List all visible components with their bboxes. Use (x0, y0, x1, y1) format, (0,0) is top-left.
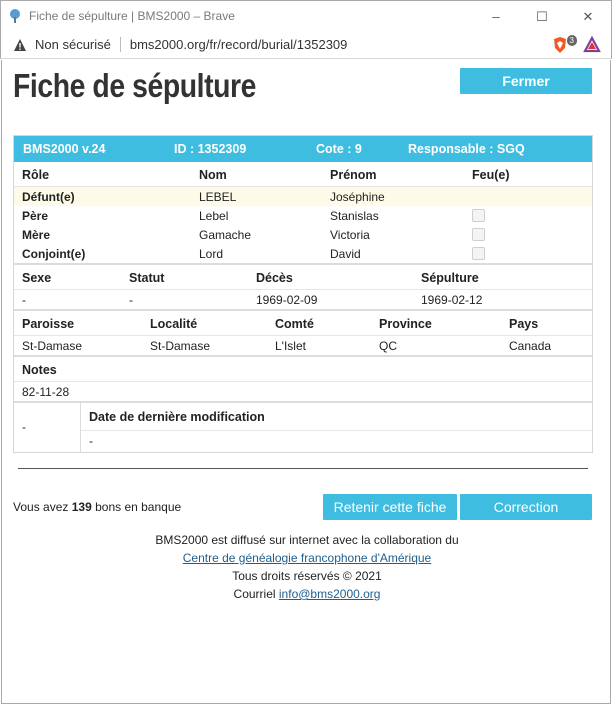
bank-count: 139 (71, 500, 92, 514)
correction-button[interactable]: Correction (460, 494, 592, 520)
lastmod-header: Date de dernière modification (89, 410, 265, 424)
place-row: St-Damase St-Damase L'Islet QC Canada (14, 336, 592, 355)
statut-value: - (129, 293, 133, 307)
notes-section: Notes 82-11-28 (14, 357, 592, 403)
person-role: Défunt(e) (22, 190, 75, 204)
person-nom: LEBEL (199, 190, 237, 204)
col-header-comte: Comté (275, 317, 314, 331)
notes-header: Notes (22, 363, 57, 377)
url-text[interactable]: bms2000.org/fr/record/burial/1352309 (130, 37, 348, 52)
notes-header-row: Notes (14, 357, 592, 382)
notes-value: 82-11-28 (22, 385, 70, 399)
page-content: Fiche de sépulture Fermer BMS2000 v.24 I… (1, 60, 611, 704)
security-status[interactable]: Non sécurisé (35, 37, 111, 52)
person-nom: Gamache (199, 228, 252, 242)
notes-row: 82-11-28 (14, 382, 592, 401)
brave-rewards-icon[interactable] (583, 35, 601, 54)
minimize-button[interactable]: – (473, 1, 519, 32)
person-prenom: Joséphine (330, 190, 385, 204)
bank-suffix: bons en banque (95, 500, 182, 514)
lastmod-left-value: - (22, 420, 26, 434)
persons-section: Rôle Nom Prénom Feu(e) Défunt(e) LEBEL J… (14, 162, 592, 265)
person-row-conjoint: Conjoint(e) Lord David (14, 244, 592, 263)
person-role: Conjoint(e) (22, 247, 86, 261)
footer-email-label: Courriel (233, 587, 276, 601)
record-version: BMS2000 v.24 (23, 142, 106, 156)
record-card: BMS2000 v.24 ID : 1352309 Cote : 9 Respo… (13, 135, 593, 453)
person-row-mere: Mère Gamache Victoria (14, 225, 592, 244)
province-value: QC (379, 339, 397, 353)
tree-app-icon (7, 8, 23, 24)
col-header-pays: Pays (509, 317, 539, 331)
person-row-defunt: Défunt(e) LEBEL Joséphine (14, 187, 592, 206)
warning-icon[interactable] (13, 38, 27, 52)
place-section: Paroisse Localité Comté Province Pays St… (14, 311, 592, 357)
lastmod-section: - Date de dernière modification - (14, 403, 592, 452)
paroisse-value: St-Damase (22, 339, 83, 353)
pays-value: Canada (509, 339, 552, 353)
sepulture-value: 1969-02-12 (421, 293, 483, 307)
person-prenom: Stanislas (330, 209, 379, 223)
person-role: Mère (22, 228, 51, 242)
close-button[interactable]: Fermer (460, 68, 592, 94)
window-title: Fiche de sépulture | BMS2000 – Brave (29, 9, 235, 23)
col-header-sexe: Sexe (22, 271, 52, 285)
footer-copyright: Tous droits réservés © 2021 (232, 569, 382, 583)
maximize-button[interactable]: ☐ (519, 1, 565, 32)
shields-count-badge: 3 (566, 35, 577, 46)
col-header-paroisse: Paroisse (22, 317, 75, 331)
sexe-value: - (22, 293, 26, 307)
person-role: Père (22, 209, 49, 223)
col-header-role: Rôle (22, 168, 50, 182)
deceased-checkbox[interactable] (472, 228, 485, 241)
record-id: ID : 1352309 (174, 142, 247, 156)
person-nom: Lebel (199, 209, 229, 223)
person-nom: Lord (199, 247, 224, 261)
localite-value: St-Damase (150, 339, 211, 353)
deces-value: 1969-02-09 (256, 293, 318, 307)
col-header-feu: Feu(e) (472, 168, 510, 182)
record-cote: Cote : 9 (316, 142, 362, 156)
lastmod-value-row: - (81, 431, 592, 451)
person-prenom: David (330, 247, 361, 261)
col-header-localite: Localité (150, 317, 198, 331)
page-title: Fiche de sépulture (13, 67, 257, 104)
col-header-sepulture: Sépulture (421, 271, 479, 285)
record-responsable: Responsable : SGQ (408, 142, 525, 156)
cgfa-link[interactable]: Centre de généalogie francophone d'Améri… (183, 551, 431, 565)
vital-section: Sexe Statut Décès Sépulture - - 1969-02-… (14, 265, 592, 311)
col-header-nom: Nom (199, 168, 227, 182)
place-header-row: Paroisse Localité Comté Province Pays (14, 311, 592, 336)
lastmod-value: - (89, 434, 93, 448)
lastmod-left-cell: - (14, 403, 81, 452)
persons-header-row: Rôle Nom Prénom Feu(e) (14, 162, 592, 187)
bank-credits: Vous avez 139 bons en banque (13, 500, 181, 514)
record-header: BMS2000 v.24 ID : 1352309 Cote : 9 Respo… (14, 136, 592, 162)
address-separator (119, 37, 121, 52)
bank-prefix: Vous avez (13, 500, 69, 514)
col-header-deces: Décès (256, 271, 293, 285)
deceased-checkbox[interactable] (472, 247, 485, 260)
person-prenom: Victoria (330, 228, 370, 242)
col-header-statut: Statut (129, 271, 165, 285)
lastmod-right-cell: Date de dernière modification - (81, 403, 592, 452)
lastmod-header-row: Date de dernière modification (81, 403, 592, 431)
footer-line1: BMS2000 est diffusé sur internet avec la… (155, 533, 459, 547)
address-bar[interactable]: Non sécurisé bms2000.org/fr/record/buria… (0, 31, 612, 59)
deceased-checkbox[interactable] (472, 209, 485, 222)
vital-header-row: Sexe Statut Décès Sépulture (14, 265, 592, 290)
keep-record-button[interactable]: Retenir cette fiche (323, 494, 457, 520)
footer: BMS2000 est diffusé sur internet avec la… (2, 531, 612, 603)
close-window-button[interactable]: ✕ (565, 1, 611, 32)
person-row-pere: Père Lebel Stanislas (14, 206, 592, 225)
comte-value: L'Islet (275, 339, 306, 353)
vital-row: - - 1969-02-09 1969-02-12 (14, 290, 592, 309)
window-titlebar: Fiche de sépulture | BMS2000 – Brave – ☐… (0, 0, 612, 31)
email-link[interactable]: info@bms2000.org (279, 587, 381, 601)
col-header-province: Province (379, 317, 432, 331)
col-header-prenom: Prénom (330, 168, 377, 182)
section-divider (18, 468, 588, 469)
